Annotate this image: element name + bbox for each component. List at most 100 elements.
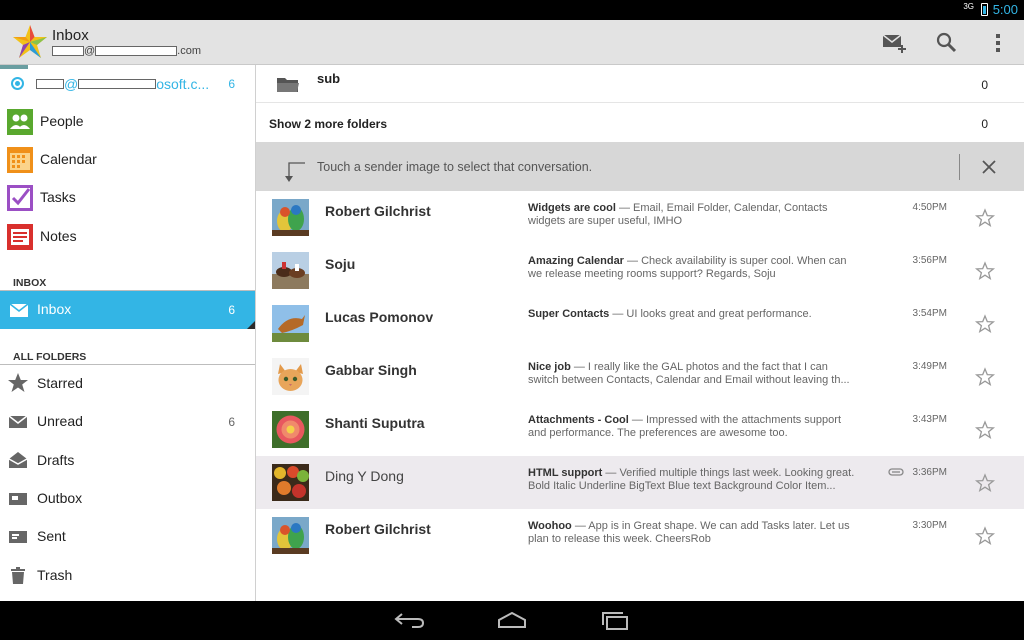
- conversation-row[interactable]: Ding Y Dong HTML support — Verified multi…: [256, 456, 1024, 509]
- message-subject: Nice job: [528, 361, 571, 373]
- sender-name: Lucas Pomonov: [325, 309, 434, 325]
- battery-icon: [981, 3, 988, 16]
- drawer-item-starred[interactable]: Starred: [0, 365, 255, 403]
- tip-text: Touch a sender image to select that conv…: [317, 160, 593, 174]
- message-preview: — I really like the GAL photos and the f…: [528, 361, 850, 386]
- message-subject: HTML support: [528, 467, 603, 479]
- sender-avatar[interactable]: [272, 411, 309, 448]
- message-snippet: HTML support — Verified multiple things …: [528, 467, 858, 493]
- sender-name: Soju: [325, 256, 356, 272]
- star-toggle-icon[interactable]: [974, 525, 996, 547]
- selection-notch: [247, 321, 255, 329]
- message-time: 3:30PM: [912, 520, 947, 531]
- sender-avatar[interactable]: [272, 252, 309, 289]
- drawer-item-label: Calendar: [40, 151, 97, 167]
- drawer-item-label: Notes: [40, 228, 77, 244]
- show-more-folders-row[interactable]: Show 2 more folders 0: [256, 104, 1024, 142]
- account-email: @ .com: [52, 45, 201, 57]
- star-toggle-icon[interactable]: [974, 207, 996, 229]
- message-preview: — App is in Great shape. We can add Task…: [528, 520, 850, 545]
- conversation-row[interactable]: Soju Amazing Calendar — Check availabilit…: [256, 244, 1024, 297]
- app-logo-icon[interactable]: [12, 24, 48, 60]
- message-time: 3:54PM: [912, 308, 947, 319]
- drawer-item-label: Outbox: [37, 490, 83, 506]
- unread-icon: [8, 415, 28, 428]
- drawer-item-outbox[interactable]: Outbox: [0, 480, 255, 518]
- sender-avatar[interactable]: [272, 517, 309, 554]
- folder-icon: [277, 78, 299, 92]
- drawer-item-inbox[interactable]: Inbox 6: [0, 291, 255, 329]
- conversation-row[interactable]: Robert Gilchrist Woohoo — App is in Great…: [256, 509, 1024, 562]
- people-icon: [7, 109, 33, 135]
- message-subject: Woohoo: [528, 520, 572, 532]
- conversation-row[interactable]: Robert Gilchrist Widgets are cool — Email…: [256, 191, 1024, 244]
- message-snippet: Attachments - Cool — Impressed with the …: [528, 414, 858, 440]
- redacted-block: [95, 46, 178, 56]
- conversation-row[interactable]: Gabbar Singh Nice job — I really like the…: [256, 350, 1024, 403]
- drawer-item-tasks[interactable]: Tasks: [0, 179, 255, 217]
- conversation-row[interactable]: Shanti Suputra Attachments - Cool — Impre…: [256, 403, 1024, 456]
- drawer-item-notes[interactable]: Notes: [0, 218, 255, 256]
- recent-apps-icon[interactable]: [597, 609, 633, 631]
- navigation-drawer: @ osoft.c... 6 People Calendar Tasks Not…: [0, 65, 256, 601]
- account-unread-count: 6: [228, 77, 235, 91]
- sender-name: Gabbar Singh: [325, 362, 417, 378]
- drawer-item-drafts[interactable]: Drafts: [0, 442, 255, 480]
- tip-divider: [959, 154, 960, 180]
- message-subject: Attachments - Cool: [528, 414, 629, 426]
- message-subject: Widgets are cool: [528, 202, 616, 214]
- message-subject: Amazing Calendar: [528, 255, 624, 267]
- drawer-item-trash[interactable]: Trash: [0, 557, 255, 595]
- compose-button[interactable]: [880, 28, 910, 58]
- inbox-icon: [9, 303, 29, 317]
- sender-avatar[interactable]: [272, 199, 309, 236]
- drawer-item-calendar[interactable]: Calendar: [0, 141, 255, 179]
- drawer-item-label: Unread: [37, 413, 83, 429]
- drawer-item-people[interactable]: People: [0, 103, 255, 141]
- folder-row-sub[interactable]: sub 0: [256, 65, 1024, 103]
- notes-icon: [7, 224, 33, 250]
- compose-icon: [882, 34, 906, 53]
- drawer-item-label: Sent: [37, 528, 66, 544]
- outbox-icon: [9, 493, 27, 505]
- status-bar: 3G 5:00: [0, 0, 1024, 20]
- conversation-row[interactable]: Lucas Pomonov Super Contacts — UI looks g…: [256, 297, 1024, 350]
- drawer-item-label: Starred: [37, 375, 83, 391]
- redacted-block: [52, 46, 84, 56]
- message-snippet: Woohoo — App is in Great shape. We can a…: [528, 520, 858, 546]
- sender-avatar[interactable]: [272, 464, 309, 501]
- trash-icon: [11, 567, 25, 584]
- overflow-menu-icon: [996, 34, 1000, 52]
- tasks-icon: [7, 185, 33, 211]
- drawer-item-label: Drafts: [37, 452, 75, 468]
- drawer-item-unread[interactable]: Unread 6: [0, 403, 255, 441]
- star-toggle-icon[interactable]: [974, 472, 996, 494]
- redacted-block: [36, 79, 64, 89]
- message-time: 3:43PM: [912, 414, 947, 425]
- sender-name: Robert Gilchrist: [325, 203, 431, 219]
- sender-avatar[interactable]: [272, 358, 309, 395]
- star-toggle-icon[interactable]: [974, 366, 996, 388]
- message-subject: Super Contacts: [528, 308, 610, 320]
- account-row[interactable]: @ osoft.c... 6: [0, 65, 255, 103]
- search-icon: [936, 32, 957, 53]
- action-bar: Inbox @ .com: [0, 20, 1024, 65]
- at-sign: @: [84, 45, 96, 57]
- back-icon[interactable]: [392, 609, 428, 631]
- star-toggle-icon[interactable]: [974, 419, 996, 441]
- sender-avatar[interactable]: [272, 305, 309, 342]
- sender-name: Shanti Suputra: [325, 415, 425, 431]
- search-button[interactable]: [932, 28, 962, 58]
- overflow-menu-button[interactable]: [983, 28, 1013, 58]
- close-icon[interactable]: [978, 156, 1000, 178]
- sender-name: Robert Gilchrist: [325, 521, 431, 537]
- message-snippet: Nice job — I really like the GAL photos …: [528, 361, 858, 387]
- redacted-block: [78, 79, 157, 89]
- message-time: 3:36PM: [912, 467, 947, 478]
- account-radio-icon: [11, 77, 24, 90]
- star-toggle-icon[interactable]: [974, 313, 996, 335]
- attachment-icon: [888, 468, 904, 476]
- drawer-item-sent[interactable]: Sent: [0, 518, 255, 556]
- home-icon[interactable]: [494, 609, 530, 631]
- star-toggle-icon[interactable]: [974, 260, 996, 282]
